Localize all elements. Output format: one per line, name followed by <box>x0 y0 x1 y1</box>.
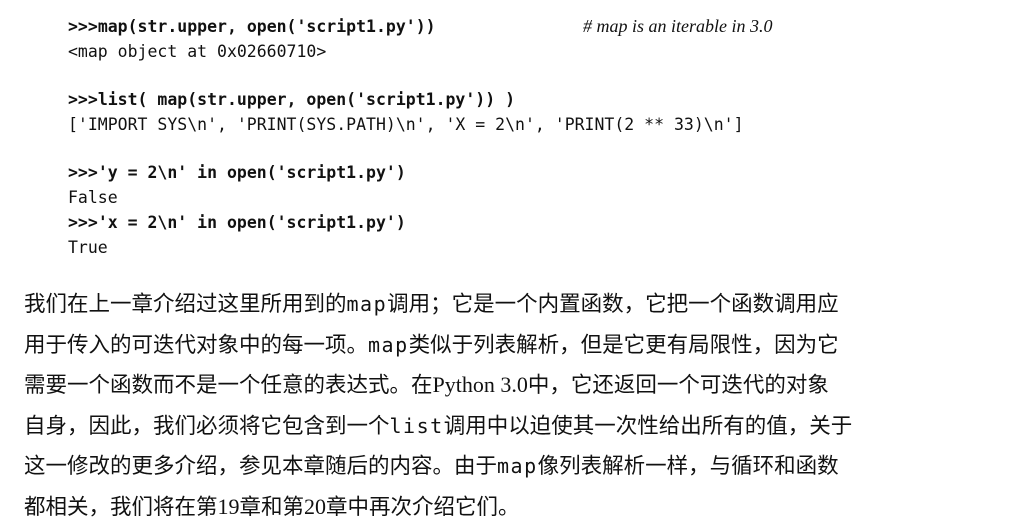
inline-code: list <box>389 413 444 438</box>
paragraph-line: 这一修改的更多介绍，参见本章随后的内容。由于map像列表解析一样，与循环和函数 <box>24 454 839 479</box>
paragraph-line: 用于传入的可迭代对象中的每一项。map类似于列表解析，但是它更有局限性，因为它 <box>24 332 839 358</box>
inline-code: map <box>497 454 538 478</box>
prompt: >>> <box>68 213 98 232</box>
code-output: ['IMPORT SYS\n', 'PRINT(SYS.PATH)\n', 'X… <box>68 115 744 134</box>
code-comment: # map is an iterable in 3.0 <box>583 16 773 36</box>
code-line: >>>'x = 2\n' in open('script1.py') <box>68 210 968 235</box>
code-listing: >>>map(str.upper, open('script1.py')) # m… <box>68 14 968 260</box>
code-line: >>>map(str.upper, open('script1.py')) # m… <box>68 14 968 39</box>
chapter-number: 19 <box>217 493 240 519</box>
paragraph-line: 需要一个函数而不是一个任意的表达式。在Python 3.0中，它还返回一个可迭代… <box>24 372 829 398</box>
chapter-number: 20 <box>304 493 327 519</box>
paragraph-line: 都相关，我们将在第19章和第20章中再次介绍它们。 <box>24 493 520 520</box>
prompt: >>> <box>68 90 98 109</box>
code-output: False <box>68 188 118 207</box>
code-input: list( map(str.upper, open('script1.py'))… <box>97 90 516 109</box>
paragraph-line: 我们在上一章介绍过这里所用到的map调用；它是一个内置函数，它把一个函数调用应 <box>24 292 839 317</box>
code-output: True <box>68 238 108 257</box>
inline-code: map <box>346 292 388 316</box>
code-input: 'x = 2\n' in open('script1.py') <box>97 213 406 232</box>
code-input: 'y = 2\n' in open('script1.py') <box>97 163 406 182</box>
paragraph-line: 自身，因此，我们必须将它包含到一个list调用中以迫使其一次性给出所有的值，关于 <box>24 413 853 439</box>
code-input: map(str.upper, open('script1.py')) <box>97 17 436 36</box>
prompt: >>> <box>68 17 98 36</box>
body-paragraph: 我们在上一章介绍过这里所用到的map调用；它是一个内置函数，它把一个函数调用应 … <box>24 284 1014 527</box>
code-output: <map object at 0x02660710> <box>68 42 327 61</box>
inline-code: map <box>368 332 409 357</box>
code-line: >>>list( map(str.upper, open('script1.py… <box>68 87 968 112</box>
prompt: >>> <box>68 163 98 182</box>
inline-term: Python 3.0 <box>432 372 528 397</box>
code-line: >>>'y = 2\n' in open('script1.py') <box>68 160 968 185</box>
